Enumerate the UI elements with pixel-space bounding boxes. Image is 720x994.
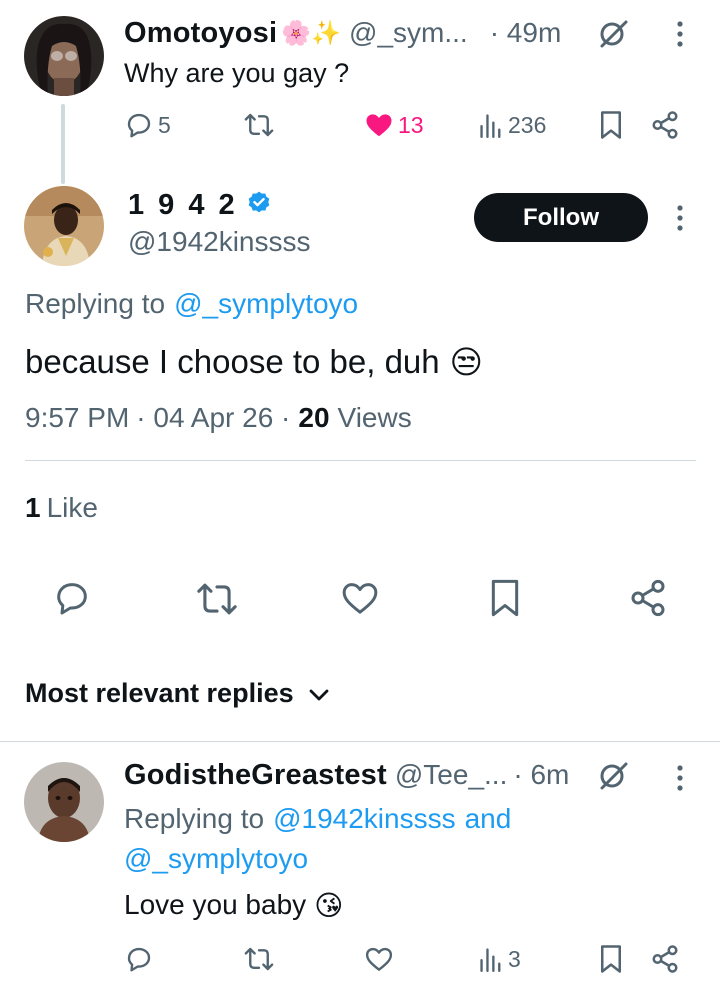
face-blowing-kiss-emoji: 😘: [314, 889, 344, 921]
parent-bookmark-button[interactable]: [598, 110, 624, 140]
main-tweet-date[interactable]: · 04 Apr 26 ·: [136, 402, 290, 434]
replies-sort-dropdown[interactable]: Most relevant replies: [25, 674, 330, 712]
unamused-face-emoji: 😒: [449, 344, 484, 380]
avatar-image: [24, 186, 104, 266]
grok-icon[interactable]: [596, 18, 630, 53]
follow-button[interactable]: Follow: [474, 193, 648, 242]
parent-views-count: 236: [508, 111, 547, 138]
main-replying-prefix: Replying to: [25, 288, 166, 319]
reply-replying-handle-2[interactable]: @_symplytoyo: [124, 841, 308, 877]
reply-replying-to-line1: Replying to @1942kinssss and: [124, 800, 511, 838]
main-replying-to: Replying to @_symplytoyo: [25, 286, 358, 322]
thread-connector-line: [61, 104, 65, 184]
reply-handle[interactable]: @Tee_...: [395, 759, 507, 791]
share-icon: [631, 579, 665, 617]
avatar-image: [24, 16, 104, 96]
parent-timestamp[interactable]: · 49m: [490, 17, 562, 49]
bookmark-icon: [601, 945, 621, 973]
views-chart-icon: [480, 114, 501, 138]
main-replying-handle-link[interactable]: @_symplytoyo: [174, 288, 358, 320]
more-options-icon[interactable]: [676, 20, 684, 53]
reply-icon: [127, 113, 151, 138]
repost-icon: [197, 583, 237, 615]
reply-share-button[interactable]: [650, 944, 680, 974]
main-tweet-text-content: because I choose to be, duh: [25, 343, 440, 380]
parent-tweet-text: Why are you gay ?: [124, 58, 350, 88]
main-bookmark-button[interactable]: [488, 578, 522, 623]
bookmark-icon: [601, 111, 621, 139]
parent-repost-button[interactable]: [244, 111, 274, 139]
reply-views-count: 3: [508, 945, 521, 972]
repost-icon: [244, 113, 274, 137]
replies-sort-label: Most relevant replies: [25, 677, 294, 708]
parent-views-button[interactable]: 236: [478, 110, 546, 140]
parent-display-name[interactable]: Omotoyosi: [124, 17, 277, 50]
reply-repost-button[interactable]: [244, 945, 274, 973]
replies-divider: [0, 741, 720, 742]
reply-like-button[interactable]: [364, 944, 394, 974]
reply-replying-and: and: [464, 803, 512, 834]
main-likes-summary[interactable]: 1 Like: [25, 490, 98, 526]
reply-replying-prefix: Replying to: [124, 803, 265, 834]
reply-replying-handle-1[interactable]: @1942kinssss: [273, 803, 456, 835]
share-icon: [652, 111, 678, 139]
parent-handle[interactable]: @_sym...: [349, 17, 468, 49]
avatar-omotoyosi[interactable]: [24, 16, 104, 96]
chevron-down-icon: [308, 678, 330, 709]
parent-name-emojis: 🌸✨: [281, 19, 342, 47]
main-views-count: 20: [298, 402, 330, 433]
main-likes-label: Like: [46, 492, 98, 523]
main-tweet-time[interactable]: 9:57 PM: [25, 402, 129, 434]
main-tweet-header: 1 9 4 2: [128, 186, 272, 224]
reply-grok-icon[interactable]: [596, 760, 630, 795]
parent-like-button[interactable]: 13: [364, 110, 424, 140]
main-share-button[interactable]: [628, 578, 668, 623]
main-reply-button[interactable]: [52, 578, 92, 623]
reply-icon: [127, 947, 151, 972]
avatar-godisthegreastest[interactable]: [24, 762, 104, 842]
main-more-options-icon[interactable]: [676, 204, 684, 237]
reply-icon: [57, 583, 87, 615]
divider: [25, 460, 696, 461]
reply-tweet-header: GodistheGreastest @Tee_... · 6m: [124, 756, 569, 794]
avatar-image: [24, 762, 104, 842]
main-display-name[interactable]: 1 9 4 2: [128, 189, 238, 222]
main-tweet-meta: 9:57 PM · 04 Apr 26 · 20 Views: [25, 400, 412, 436]
parent-reply-count: 5: [158, 111, 171, 138]
parent-share-button[interactable]: [650, 110, 680, 140]
reply-reply-button[interactable]: [124, 944, 154, 974]
reply-tweet-text: Love you baby 😘: [124, 886, 343, 924]
main-repost-button[interactable]: [196, 580, 238, 623]
bookmark-icon: [491, 579, 519, 617]
views-chart-icon: [480, 948, 501, 972]
main-views-label: Views: [337, 402, 412, 433]
share-icon: [652, 945, 678, 973]
main-tweet-text: because I choose to be, duh 😒: [25, 342, 483, 382]
main-handle[interactable]: @1942kinssss: [128, 225, 311, 259]
avatar-1942[interactable]: [24, 186, 104, 266]
verified-badge-icon: [246, 190, 272, 221]
reply-tweet-text-content: Love you baby: [124, 889, 307, 920]
parent-like-count: 13: [398, 111, 424, 138]
repost-icon: [244, 947, 274, 971]
heart-outline-icon: [342, 583, 378, 614]
reply-timestamp[interactable]: · 6m: [513, 759, 569, 791]
parent-tweet-header: Omotoyosi 🌸✨ @_sym... · 49m: [124, 14, 561, 52]
reply-display-name[interactable]: GodistheGreastest: [124, 759, 387, 792]
heart-filled-icon: [366, 114, 392, 137]
reply-bookmark-button[interactable]: [598, 944, 624, 974]
reply-views-button[interactable]: 3: [478, 944, 521, 974]
main-like-button[interactable]: [340, 578, 380, 623]
reply-more-options-icon[interactable]: [676, 764, 684, 797]
heart-outline-icon: [365, 947, 393, 971]
parent-reply-button[interactable]: 5: [124, 110, 171, 140]
main-likes-count: 1: [25, 492, 41, 523]
